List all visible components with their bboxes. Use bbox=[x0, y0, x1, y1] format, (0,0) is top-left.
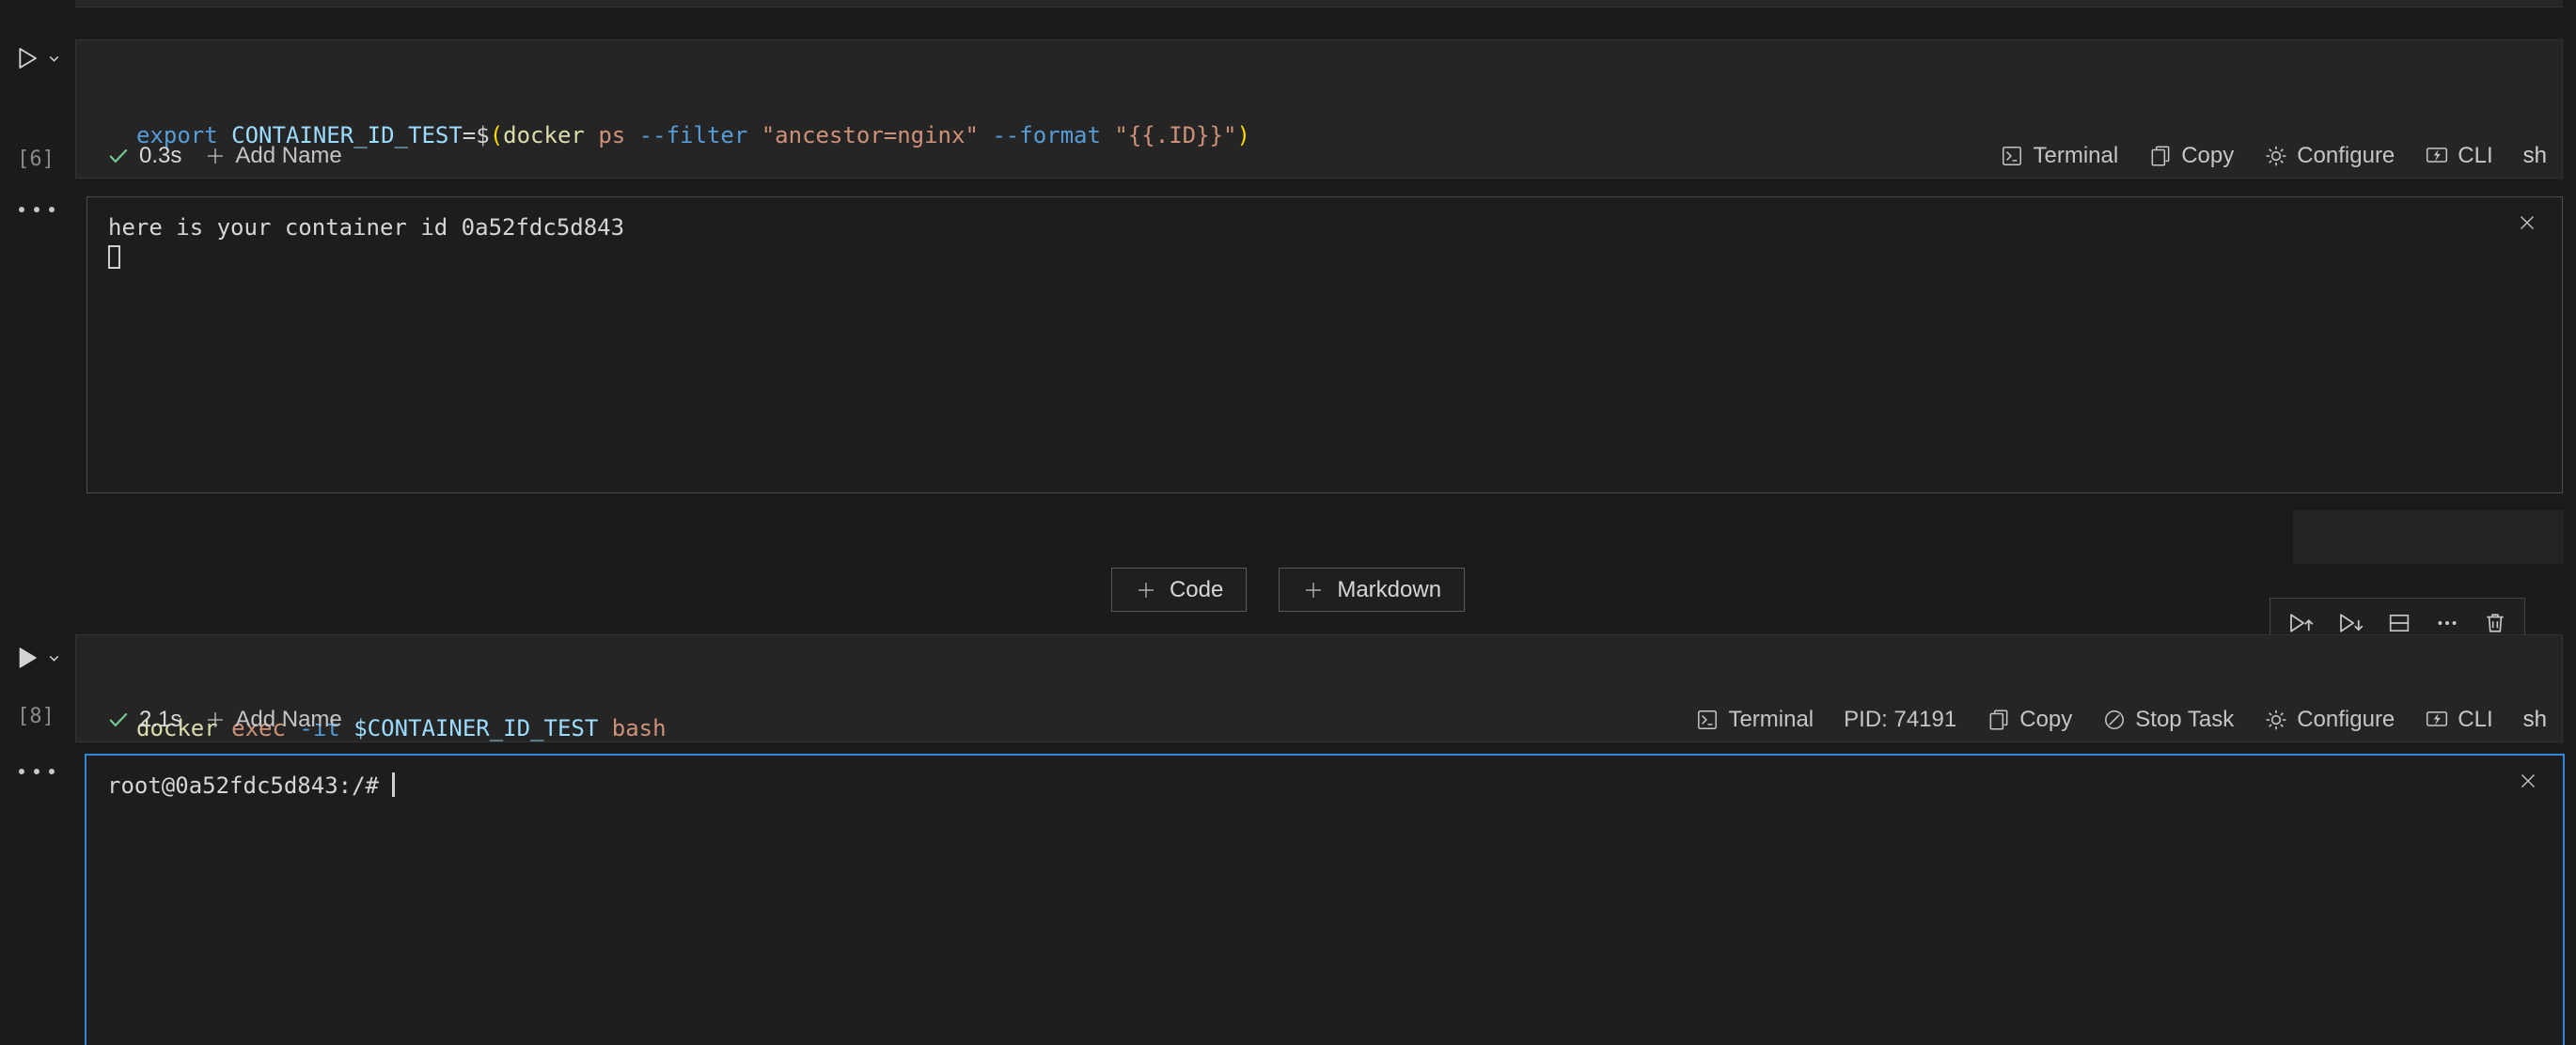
cell2-output-close-button[interactable] bbox=[2516, 769, 2540, 793]
cli-label: CLI bbox=[2458, 707, 2492, 733]
cell2-kernel-label: sh bbox=[2523, 707, 2547, 733]
add-markdown-cell-button[interactable]: Markdown bbox=[1279, 568, 1465, 612]
cell1-configure-button[interactable]: Configure bbox=[2264, 143, 2395, 169]
plus-icon bbox=[1135, 579, 1157, 601]
cli-icon bbox=[2425, 708, 2449, 732]
cell2-configure-button[interactable]: Configure bbox=[2264, 707, 2395, 733]
add-name-label: Add Name bbox=[235, 143, 341, 169]
terminal-icon bbox=[1695, 708, 1720, 732]
play-outline-icon bbox=[11, 43, 41, 73]
hover-highlight-area bbox=[2293, 510, 2564, 564]
terminal-block-cursor bbox=[108, 245, 120, 269]
cell1-terminal-button[interactable]: Terminal bbox=[2000, 143, 2118, 169]
cell2-execution-count: [8] bbox=[9, 705, 62, 728]
configure-label: Configure bbox=[2297, 143, 2395, 169]
cell2-add-name-button[interactable]: Add Name bbox=[204, 707, 341, 733]
terminal-icon bbox=[2000, 144, 2024, 168]
copy-icon bbox=[1987, 708, 2011, 732]
cell1: export CONTAINER_ID_TEST=$(docker ps --f… bbox=[75, 39, 2563, 179]
close-icon bbox=[2515, 211, 2539, 235]
cell2-cli-button[interactable]: CLI bbox=[2425, 707, 2492, 733]
execute-above-button[interactable] bbox=[2286, 609, 2315, 637]
terminal-bar-cursor bbox=[392, 772, 395, 797]
cell2-terminal-button[interactable]: Terminal bbox=[1695, 707, 1814, 733]
cell2-output[interactable]: root@0a52fdc5d843:/# bbox=[85, 754, 2565, 1045]
copy-label: Copy bbox=[2181, 143, 2234, 169]
close-icon bbox=[2516, 769, 2540, 793]
gear-icon bbox=[2264, 144, 2288, 168]
cell2-copy-button[interactable]: Copy bbox=[1987, 707, 2072, 733]
stop-circle-icon bbox=[2102, 708, 2127, 732]
cell2-status-bar: 2.1s Add Name Terminal PID: 74191 bbox=[76, 698, 2562, 741]
cell2-pid-label: PID: 74191 bbox=[1844, 707, 1956, 733]
cell1-execution-count: [6] bbox=[9, 148, 62, 171]
cell2: docker exec -it $CONTAINER_ID_TEST bash … bbox=[75, 634, 2563, 742]
cell1-run-button[interactable] bbox=[11, 43, 61, 73]
execute-below-button[interactable] bbox=[2336, 609, 2364, 637]
gear-icon bbox=[2264, 708, 2288, 732]
success-check-icon bbox=[106, 708, 131, 732]
add-name-label: Add Name bbox=[235, 707, 341, 733]
cell2-output-menu[interactable] bbox=[19, 769, 55, 774]
split-cell-button[interactable] bbox=[2386, 610, 2412, 636]
run-above-icon bbox=[2286, 609, 2315, 637]
copy-label: Copy bbox=[2019, 707, 2072, 733]
cell1-duration: 0.3s bbox=[139, 143, 181, 169]
stop-task-label: Stop Task bbox=[2135, 707, 2234, 733]
notebook-page: [6] export CONTAINER_ID_TEST=$(docker ps… bbox=[0, 0, 2576, 1045]
cell1-output: here is your container id 0a52fdc5d843 bbox=[86, 196, 2563, 493]
cell2-stop-task-button[interactable]: Stop Task bbox=[2102, 707, 2234, 733]
cell2-duration: 2.1s bbox=[139, 707, 181, 733]
cell1-output-close-button[interactable] bbox=[2515, 211, 2539, 235]
terminal-label: Terminal bbox=[2033, 143, 2118, 169]
cell1-output-menu[interactable] bbox=[19, 207, 55, 212]
ellipsis-icon bbox=[2434, 610, 2460, 636]
split-cell-icon bbox=[2386, 610, 2412, 636]
cell1-cli-button[interactable]: CLI bbox=[2425, 143, 2492, 169]
cli-icon bbox=[2425, 144, 2449, 168]
chevron-down-icon bbox=[47, 651, 61, 665]
previous-cell-edge bbox=[75, 0, 2563, 8]
cell1-kernel-label: sh bbox=[2523, 143, 2547, 169]
cell2-run-button[interactable] bbox=[11, 643, 61, 673]
cell1-copy-button[interactable]: Copy bbox=[2148, 143, 2234, 169]
terminal-label: Terminal bbox=[1728, 707, 1814, 733]
success-check-icon bbox=[106, 144, 131, 168]
add-code-cell-button[interactable]: Code bbox=[1111, 568, 1247, 612]
cell1-output-text: here is your container id 0a52fdc5d843 bbox=[87, 197, 2562, 273]
cell1-add-name-button[interactable]: Add Name bbox=[204, 143, 341, 169]
delete-cell-button[interactable] bbox=[2482, 610, 2508, 636]
trash-icon bbox=[2482, 610, 2508, 636]
copy-icon bbox=[2148, 144, 2173, 168]
configure-label: Configure bbox=[2297, 707, 2395, 733]
more-actions-button[interactable] bbox=[2434, 610, 2460, 636]
add-code-label: Code bbox=[1170, 577, 1223, 603]
add-markdown-label: Markdown bbox=[1337, 577, 1441, 603]
run-below-icon bbox=[2336, 609, 2364, 637]
play-filled-icon bbox=[11, 643, 41, 673]
cell2-output-text: root@0a52fdc5d843:/# bbox=[86, 756, 2563, 801]
insert-cell-bar: Code Markdown bbox=[0, 568, 2576, 612]
cell1-status-bar: 0.3s Add Name Terminal bbox=[76, 134, 2562, 178]
plus-icon bbox=[204, 145, 227, 167]
chevron-down-icon bbox=[47, 52, 61, 66]
plus-icon bbox=[1302, 579, 1325, 601]
cli-label: CLI bbox=[2458, 143, 2492, 169]
plus-icon bbox=[204, 709, 227, 731]
